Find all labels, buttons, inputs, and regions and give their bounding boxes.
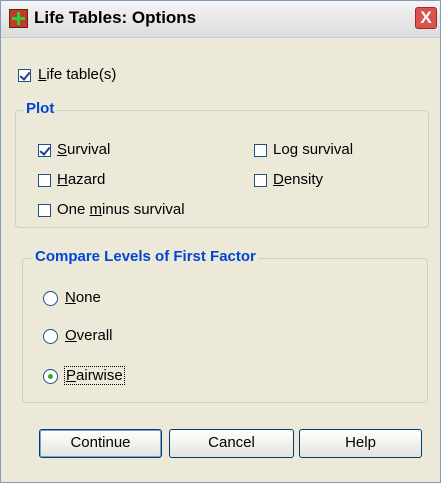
- label-text: inus survival: [102, 201, 185, 218]
- none-radio[interactable]: [43, 291, 58, 306]
- close-button[interactable]: X: [415, 7, 437, 29]
- mnemonic: g: [289, 141, 299, 158]
- life-tables-label[interactable]: Life table(s): [38, 66, 116, 83]
- log-survival-label[interactable]: Log survival: [273, 141, 353, 158]
- label-text: verall: [76, 327, 113, 344]
- compare-legend: Compare Levels of First Factor: [33, 248, 258, 265]
- label-text: ife table(s): [46, 66, 117, 83]
- help-button[interactable]: Help: [299, 429, 422, 458]
- density-label[interactable]: Density: [273, 171, 323, 188]
- mnemonic: D: [273, 171, 284, 188]
- survival-label[interactable]: Survival: [57, 141, 110, 158]
- one-minus-survival-label[interactable]: One minus survival: [57, 201, 185, 218]
- label-text: Lo: [273, 141, 290, 158]
- plot-legend: Plot: [24, 100, 57, 117]
- overall-label[interactable]: Overall: [65, 327, 113, 344]
- hazard-checkbox[interactable]: [38, 174, 51, 187]
- label-text: ensity: [283, 171, 324, 188]
- survival-checkbox[interactable]: [38, 144, 51, 157]
- overall-radio[interactable]: [43, 329, 58, 344]
- spss-app-icon: [9, 9, 28, 28]
- life-tables-checkbox[interactable]: [18, 69, 31, 82]
- label-text: one: [75, 289, 101, 306]
- cancel-button[interactable]: Cancel: [169, 429, 294, 458]
- mnemonic: O: [65, 327, 77, 344]
- life-tables-options-dialog: Life Tables: Options X Life table(s) Plo…: [0, 0, 441, 483]
- pairwise-label[interactable]: Pairwise: [64, 366, 125, 385]
- one-minus-survival-checkbox[interactable]: [38, 204, 51, 217]
- label-text: airwise: [76, 367, 123, 384]
- mnemonic: m: [89, 201, 103, 218]
- none-label[interactable]: None: [65, 289, 101, 306]
- label-text: survival: [298, 141, 354, 158]
- label-text: azard: [67, 171, 106, 188]
- mnemonic: H: [57, 171, 68, 188]
- title-bar: Life Tables: Options X: [1, 1, 440, 38]
- label-text: urvival: [67, 141, 111, 158]
- mnemonic: N: [65, 289, 76, 306]
- dialog-title: Life Tables: Options: [34, 8, 197, 27]
- mnemonic: S: [57, 141, 68, 158]
- density-checkbox[interactable]: [254, 174, 267, 187]
- pairwise-radio[interactable]: [43, 369, 58, 384]
- hazard-label[interactable]: Hazard: [57, 171, 105, 188]
- continue-button[interactable]: Continue: [39, 429, 162, 458]
- label-text: One: [57, 201, 90, 218]
- log-survival-checkbox[interactable]: [254, 144, 267, 157]
- mnemonic: P: [66, 367, 77, 384]
